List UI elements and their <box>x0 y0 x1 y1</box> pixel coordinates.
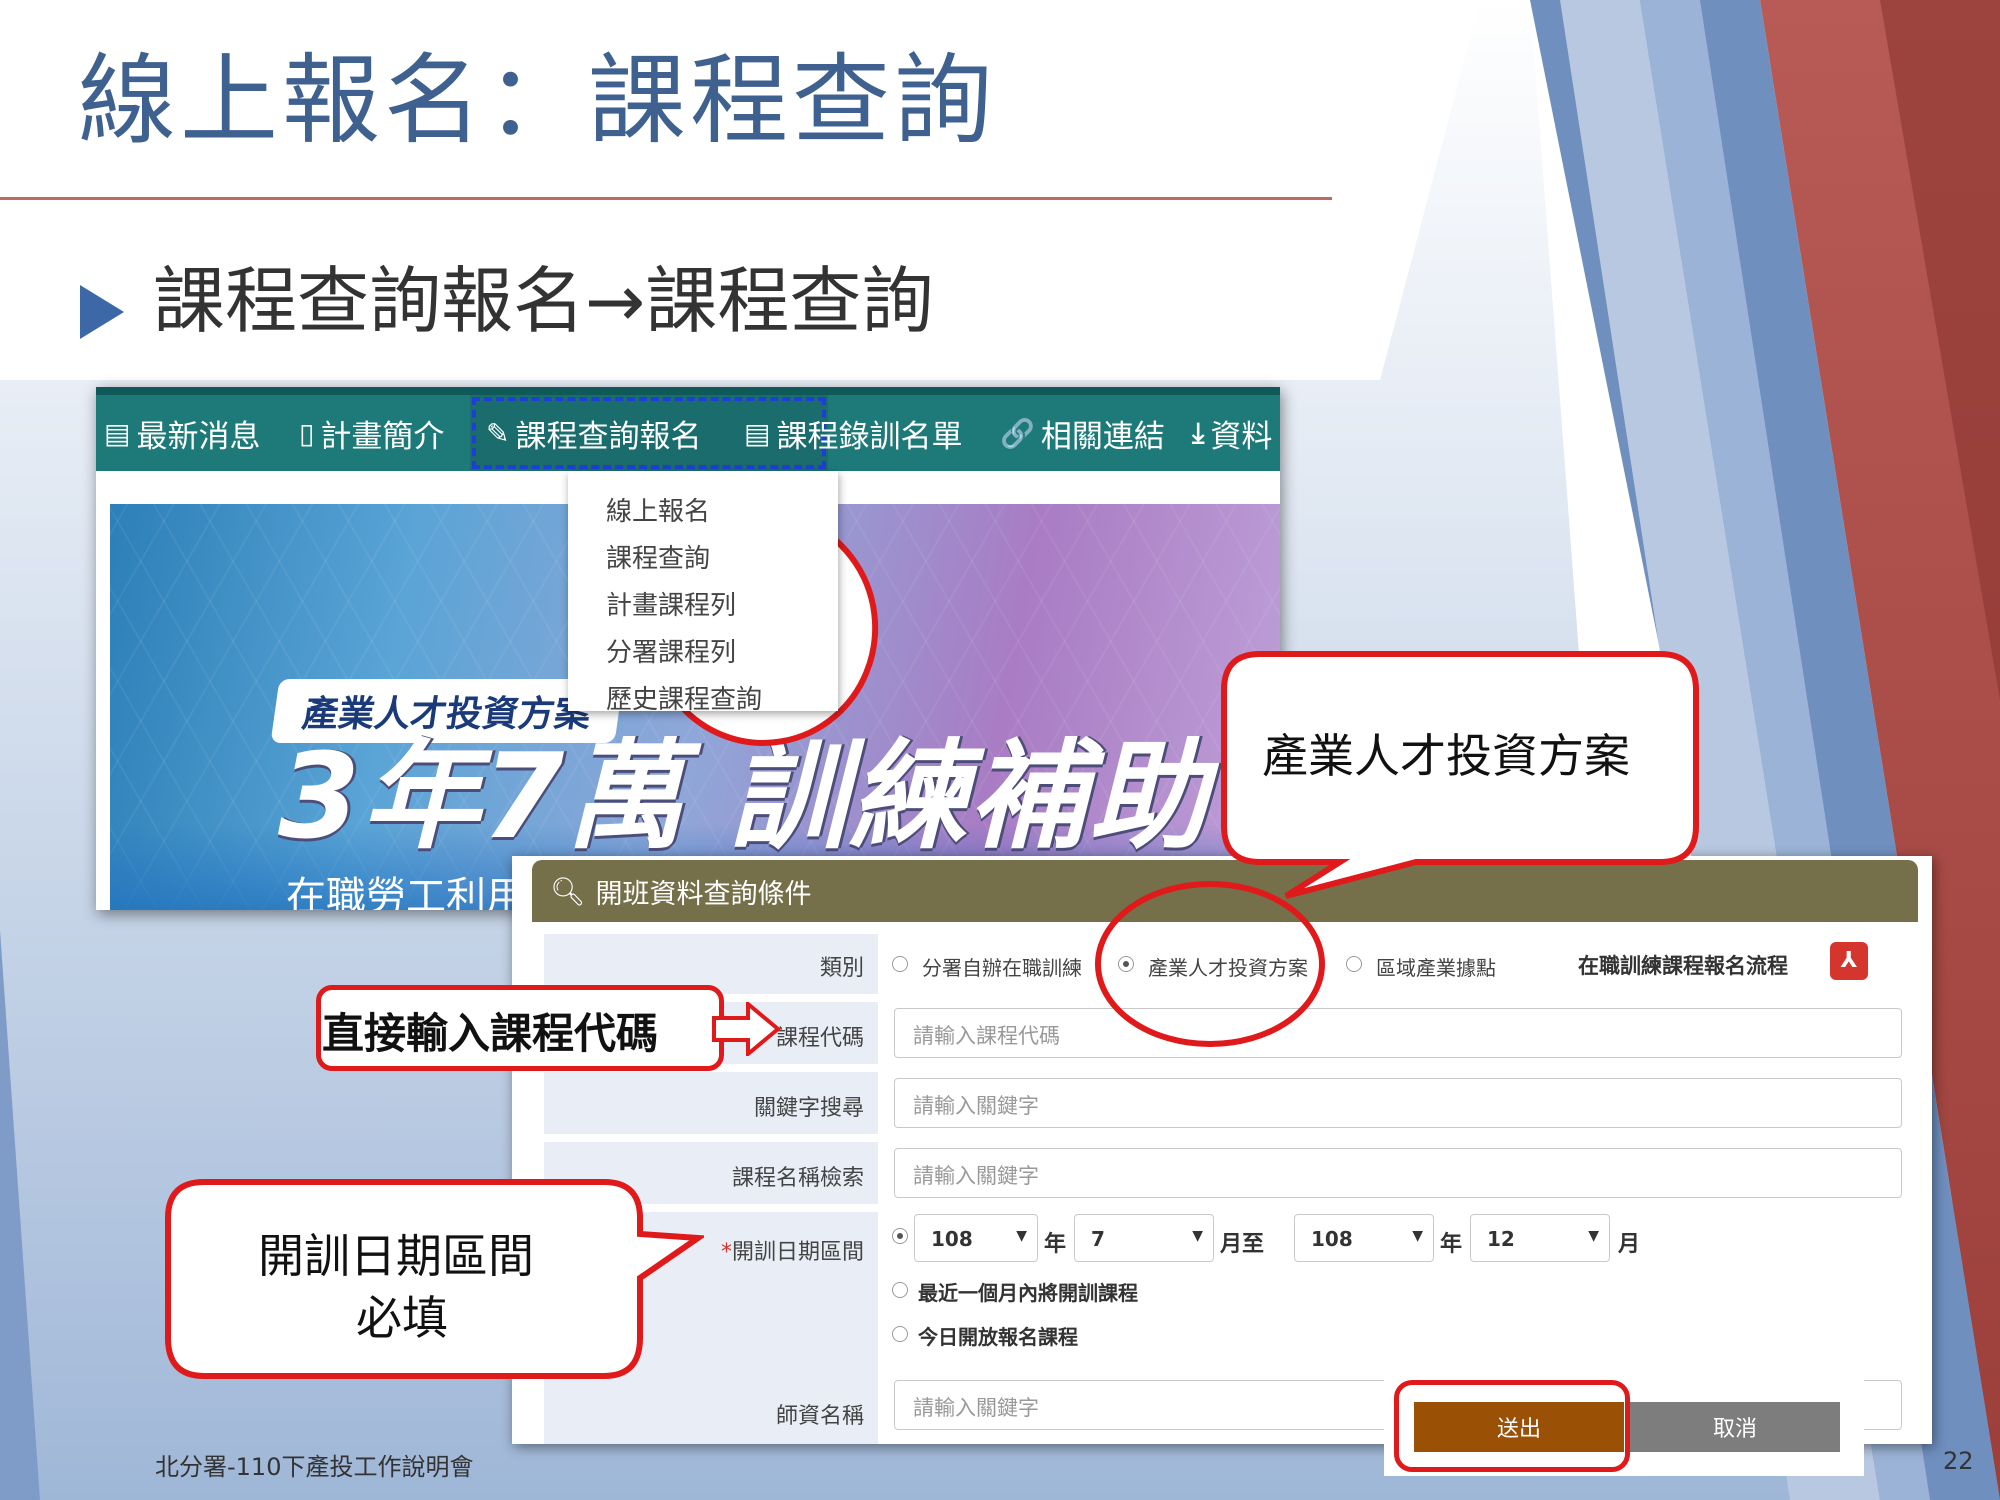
download-icon: ⤓ <box>1192 416 1205 449</box>
category-label: 類別 <box>819 956 864 981</box>
nav-label: 資料 <box>1210 418 1273 455</box>
nav-item-news[interactable]: ▤ 最新消息 <box>104 395 260 471</box>
category-radio-branch[interactable] <box>892 956 908 972</box>
month-unit: 月 <box>1618 1232 1641 1257</box>
year-unit: 年 <box>1440 1232 1463 1257</box>
dropdown-item-plan-course-list[interactable]: 計畫課程列 <box>606 585 736 622</box>
required-mark: * <box>720 1240 732 1265</box>
arrow-right-icon <box>712 1002 782 1056</box>
date-range-radio[interactable] <box>892 1228 908 1244</box>
category-radio-region[interactable] <box>1346 956 1362 972</box>
keyword-input[interactable]: 請輸入關鍵字 <box>894 1078 1902 1128</box>
to-month-select[interactable]: 12 ▼ <box>1470 1214 1610 1262</box>
course-query-dropdown-menu: 線上報名 課程查詢 計畫課程列 分署課程列 歷史課程查詢 <box>568 471 838 715</box>
from-month-value: 7 <box>1091 1227 1105 1251</box>
nav-item-downloads[interactable]: ⤓ 資料 <box>1192 395 1272 471</box>
category-option-branch: 分署自辦在職訓練 <box>922 956 1082 980</box>
keyword-label: 關鍵字搜尋 <box>753 1096 864 1121</box>
caret-down-icon: ▼ <box>1192 1228 1203 1244</box>
from-month-select[interactable]: 7 ▼ <box>1074 1214 1214 1262</box>
slide-title: 線上報名：課程查詢 <box>78 44 997 158</box>
dropdown-item-online-signup[interactable]: 線上報名 <box>606 491 710 528</box>
submit-highlight-ring <box>1394 1380 1630 1472</box>
nav-label: 課程錄訓名單 <box>776 418 963 455</box>
signup-process-link[interactable]: 在職訓練課程報名流程 <box>1578 950 1788 980</box>
row-label-bg: 師資名稱 <box>544 1380 878 1444</box>
search-icon: 🔍︎ <box>550 874 586 908</box>
page-number: 22 <box>1943 1447 1974 1475</box>
clipboard-icon: ▯ <box>299 416 315 450</box>
dropdown-item-history-query[interactable]: 歷史課程查詢 <box>606 679 762 716</box>
nav-label: 相關連結 <box>1040 418 1165 455</box>
pdf-icon[interactable]: ⅄ <box>1830 942 1868 980</box>
teacher-label: 師資名稱 <box>775 1404 864 1429</box>
course-name-label: 課程名稱檢索 <box>731 1166 864 1191</box>
nav-label: 課程查詢報名 <box>515 418 702 455</box>
search-panel-title: 開班資料查詢條件 <box>595 878 812 910</box>
year-unit: 年 <box>1044 1232 1067 1257</box>
to-month-value: 12 <box>1487 1227 1515 1251</box>
top-navbar: ▤ 最新消息 ▯ 計畫簡介 ✎ 課程查詢報名 ▤ 課程錄訓名單 🔗 相關連結 ⤓… <box>96 387 1280 471</box>
date-range-label-wrap: *開訓日期區間 <box>721 1234 864 1266</box>
nav-item-related-links[interactable]: 🔗 相關連結 <box>1000 395 1165 471</box>
nav-label: 最新消息 <box>136 418 261 455</box>
dropdown-item-branch-course-list[interactable]: 分署課程列 <box>606 632 736 669</box>
course-code-input[interactable]: 請輸入課程代碼 <box>894 1008 1902 1058</box>
pencil-icon: ✎ <box>486 416 510 450</box>
month-to-unit: 月至 <box>1220 1232 1265 1257</box>
course-name-input[interactable]: 請輸入關鍵字 <box>894 1148 1902 1198</box>
today-open-option: 今日開放報名課程 <box>918 1325 1078 1349</box>
caret-down-icon: ▼ <box>1412 1228 1423 1244</box>
title-divider <box>0 197 1332 200</box>
website-nav-screenshot: ▤ 最新消息 ▯ 計畫簡介 ✎ 課程查詢報名 ▤ 課程錄訓名單 🔗 相關連結 ⤓… <box>96 387 1280 910</box>
callout-date-range-line1: 開訓日期區間 <box>258 1229 534 1283</box>
bullet-triangle-icon <box>80 285 124 339</box>
newspaper-icon: ▤ <box>104 416 131 450</box>
from-year-select[interactable]: 108 ▼ <box>914 1214 1038 1262</box>
callout-date-range-line2: 必填 <box>356 1291 448 1345</box>
bullet-text: 課程查詢報名→課程查詢 <box>153 259 934 343</box>
date-range-label: 開訓日期區間 <box>731 1240 864 1265</box>
caret-down-icon: ▼ <box>1588 1228 1599 1244</box>
list-icon: ▤ <box>744 416 771 450</box>
callout-program-text: 產業人才投資方案 <box>1262 729 1630 783</box>
from-year-value: 108 <box>931 1227 973 1251</box>
to-year-value: 108 <box>1311 1227 1353 1251</box>
nav-label: 計畫簡介 <box>320 418 445 455</box>
dropdown-item-course-query[interactable]: 課程查詢 <box>606 538 710 575</box>
slide-footer: 北分署-110下產投工作說明會 <box>155 1453 474 1481</box>
next-month-radio[interactable] <box>892 1282 908 1298</box>
next-month-option: 最近一個月內將開訓課程 <box>918 1281 1138 1305</box>
course-code-label: 課程代碼 <box>775 1026 864 1051</box>
cancel-button[interactable]: 取消 <box>1630 1402 1840 1452</box>
link-icon: 🔗 <box>1000 416 1035 450</box>
category-option-region: 區域產業據點 <box>1376 956 1496 980</box>
to-year-select[interactable]: 108 ▼ <box>1294 1214 1434 1262</box>
program-highlight-ellipse <box>1095 881 1325 1047</box>
nav-item-admission-list-label[interactable]: ▤ 課程錄訓名單 <box>744 395 962 471</box>
row-label-bg: 關鍵字搜尋 <box>544 1072 878 1134</box>
callout-enter-code-text: 直接輸入課程代碼 <box>322 1009 659 1058</box>
caret-down-icon: ▼ <box>1016 1228 1027 1244</box>
today-open-radio[interactable] <box>892 1326 908 1342</box>
nav-item-plan-intro[interactable]: ▯ 計畫簡介 <box>299 395 444 471</box>
